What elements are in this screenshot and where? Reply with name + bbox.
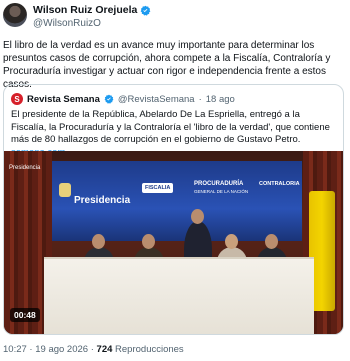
screen-label-fiscalia: FISCALIA bbox=[142, 183, 174, 193]
person-head bbox=[142, 234, 155, 249]
quoted-author-name[interactable]: Revista Semana bbox=[27, 94, 100, 105]
quoted-avatar[interactable]: S bbox=[11, 93, 23, 105]
quoted-tweet[interactable]: S Revista Semana @RevistaSemana · 18 ago… bbox=[3, 84, 344, 335]
screen-label-presidencia: Presidencia bbox=[74, 195, 131, 206]
quoted-tweet-body: El presidente de la República, Abelardo … bbox=[11, 109, 330, 145]
avatar[interactable] bbox=[3, 3, 27, 27]
procuraduria-line1: PROCURADURÍA bbox=[194, 181, 244, 187]
procuraduria-line2: GENERAL DE LA NACIÓN bbox=[194, 189, 249, 194]
author-handle[interactable]: @WilsonRuizO bbox=[33, 18, 151, 29]
screen-label-contraloria: CONTRALORIA bbox=[259, 181, 300, 187]
person-head bbox=[225, 234, 238, 249]
views-count[interactable]: 724 bbox=[97, 344, 113, 355]
separator-dot: · bbox=[198, 93, 202, 105]
author-name[interactable]: Wilson Ruiz Orejuela bbox=[33, 4, 137, 16]
tweet-time[interactable]: 10:27 bbox=[3, 344, 27, 355]
video-duration: 00:48 bbox=[10, 308, 40, 322]
person-head bbox=[191, 209, 204, 224]
quoted-author-handle[interactable]: @RevistaSemana bbox=[118, 94, 195, 105]
crest-icon bbox=[59, 183, 71, 197]
person-head bbox=[265, 234, 278, 249]
person-head bbox=[92, 234, 105, 249]
separator-dot: · bbox=[29, 344, 33, 355]
verified-badge-icon bbox=[140, 5, 151, 16]
quoted-tweet-time[interactable]: 18 ago bbox=[206, 94, 235, 105]
tweet-header: Wilson Ruiz Orejuela @WilsonRuizO bbox=[3, 3, 347, 33]
tweet-footer: 10:27 · 19 ago 2026 · 724 Reproducciones bbox=[3, 344, 184, 355]
views-label[interactable]: Reproducciones bbox=[115, 344, 184, 355]
name-row: Wilson Ruiz Orejuela bbox=[33, 4, 151, 16]
separator-dot: · bbox=[90, 344, 94, 355]
verified-badge-icon bbox=[104, 94, 114, 104]
video-corner-label: Presidencia bbox=[9, 165, 41, 171]
table bbox=[44, 259, 314, 334]
quoted-tweet-header: S Revista Semana @RevistaSemana · 18 ago bbox=[11, 92, 235, 106]
tweet-date[interactable]: 19 ago 2026 bbox=[35, 344, 88, 355]
screen-label-procuraduria: PROCURADURÍA GENERAL DE LA NACIÓN bbox=[194, 181, 248, 195]
tweet: Wilson Ruiz Orejuela @WilsonRuizO El lib… bbox=[0, 0, 350, 361]
author-block: Wilson Ruiz Orejuela @WilsonRuizO bbox=[33, 4, 151, 29]
video-player[interactable]: Presidencia Presidencia FISCALIA PROCURA… bbox=[4, 151, 343, 334]
